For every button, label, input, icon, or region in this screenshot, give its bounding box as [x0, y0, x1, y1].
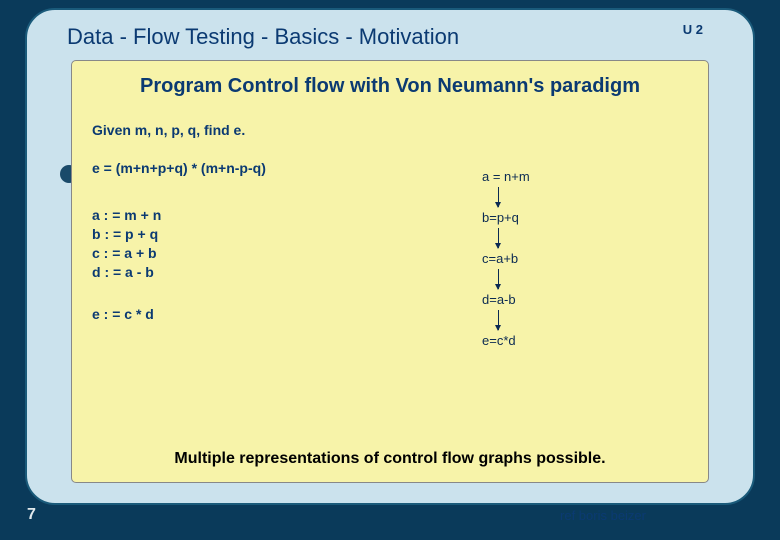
assignment-line: c : = a + b [92, 244, 688, 263]
slide-header-title: Data - Flow Testing - Basics - Motivatio… [67, 24, 713, 50]
arrow-down-icon [498, 310, 499, 330]
content-title: Program Control flow with Von Neumann's … [92, 75, 688, 98]
slide-container: Data - Flow Testing - Basics - Motivatio… [25, 8, 755, 505]
flow-column: a = n+m b=p+q c=a+b d=a-b e=c*d [482, 169, 530, 350]
slide-header-badge: U 2 [683, 22, 703, 37]
flow-step: c=a+b [482, 251, 530, 266]
assignment-line: d : = a - b [92, 263, 688, 282]
arrow-down-icon [498, 187, 499, 207]
arrow-down-icon [498, 269, 499, 289]
arrow-down-icon [498, 228, 499, 248]
footer-note: Multiple representations of control flow… [72, 450, 708, 468]
flow-step: d=a-b [482, 292, 530, 307]
assignment-line: a : = m + n [92, 206, 688, 225]
flow-step: a = n+m [482, 169, 530, 184]
flow-step: b=p+q [482, 210, 530, 225]
given-text: Given m, n, p, q, find e. [92, 122, 688, 138]
page-number: 7 [27, 506, 36, 524]
content-box: Program Control flow with Von Neumann's … [71, 60, 709, 483]
assignment-line: b : = p + q [92, 225, 688, 244]
assignment-e: e : = c * d [92, 306, 688, 322]
main-equation: e = (m+n+p+q) * (m+n-p-q) [92, 160, 688, 176]
reference-text: ref boris beizer [560, 508, 646, 523]
assignments-block: a : = m + n b : = p + q c : = a + b d : … [92, 206, 688, 282]
flow-step: e=c*d [482, 333, 530, 348]
